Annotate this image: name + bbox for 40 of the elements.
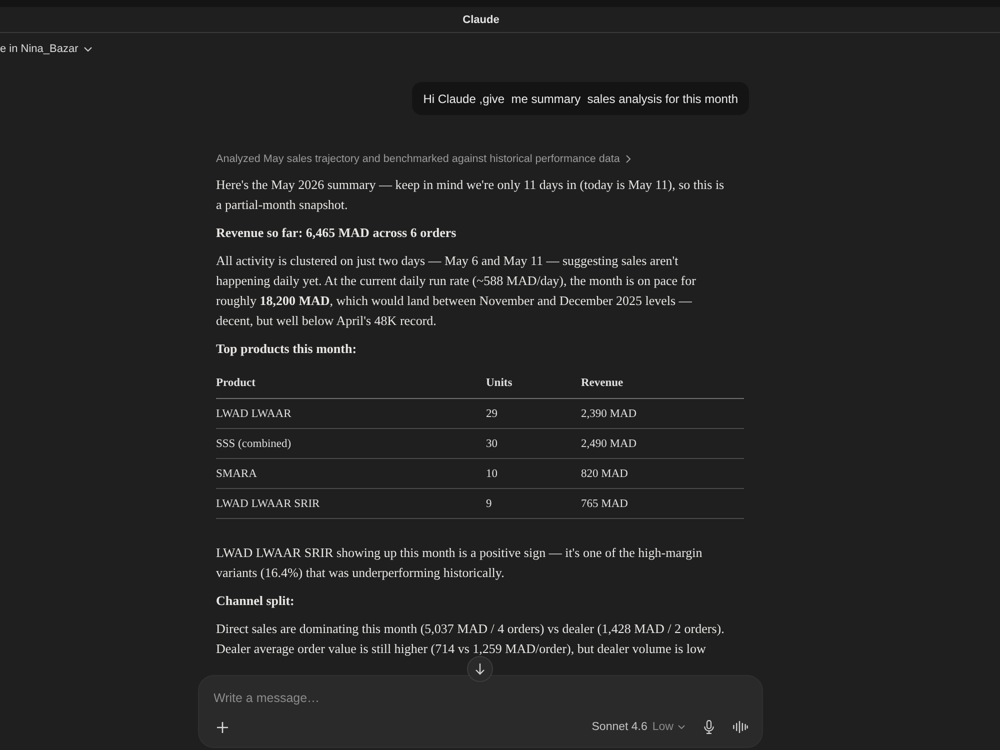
window-title: Claude (462, 14, 500, 26)
response-paragraph: Direct sales are dominating this month (5,037 MAD / 4 orders) vs dealer (1,428 MAD / 2 orders). Dealer average order value is still higher (714 vs 1,259 MAD/order), but dealer volume is low (216, 620, 726, 658)
waveform-icon (732, 721, 748, 733)
user-message: Hi Claude ,give me summary sales analysis for this month (412, 82, 749, 115)
response-heading: Top products this month: (216, 340, 358, 358)
table-cell: 29 (486, 398, 581, 428)
table-cell: 9 (486, 488, 581, 518)
microphone-icon (704, 720, 714, 734)
column-header: Units (486, 367, 581, 398)
table-cell: SMARA (216, 458, 486, 488)
project-selector[interactable]: e in Nina_Bazar (0, 42, 92, 56)
arrow-down-icon (475, 663, 485, 675)
response-paragraph: All activity is clustered on just two days — May 6 and May 11 — suggesting sales aren't happening daily yet. At the current daily run rate (~588 MAD/day), the month is on pace for roughly 18,200 MAD, which would land between November and December 2025 levels — decent, but well below April's 48K record. (216, 252, 697, 330)
response-heading: Revenue so far: 6,465 MAD across 6 orders (216, 224, 458, 242)
chevron-right-icon (626, 155, 631, 163)
column-header: Product (216, 367, 486, 398)
thinking-summary-toggle[interactable]: Analyzed May sales trajectory and benchmarked against historical performance data (216, 151, 631, 167)
add-button[interactable] (216, 722, 228, 732)
table-cell: 2,490 MAD (581, 428, 744, 458)
response-paragraph: Here's the May 2026 summary — keep in mind we're only 11 days in (today is May 11), so this is a partial-month snapshot. (216, 176, 726, 214)
message-input[interactable]: Write a message… (214, 688, 748, 708)
column-header: Revenue (581, 367, 744, 398)
voice-mode-button[interactable] (732, 721, 748, 733)
table-cell: LWAD LWAAR (216, 398, 486, 428)
chevron-down-icon (84, 46, 92, 52)
table-cell: 820 MAD (581, 458, 744, 488)
response-paragraph: LWAD LWAAR SRIR showing up this month is a positive sign — it's one of the high-margin variants (16.4%) that was underperforming historically. (216, 544, 704, 582)
table-cell: 10 (486, 458, 581, 488)
table-cell: SSS (combined) (216, 428, 486, 458)
table-cell: 30 (486, 428, 581, 458)
table-cell: 2,390 MAD (581, 398, 744, 428)
chevron-down-icon (678, 725, 684, 729)
scroll-down-button[interactable] (467, 656, 493, 682)
table-cell: 765 MAD (581, 488, 744, 518)
message-composer[interactable]: Write a message… Sonnet 4.6 Low (198, 675, 762, 748)
plus-icon (216, 722, 228, 732)
microphone-button[interactable] (704, 720, 714, 734)
table-cell: LWAD LWAAR SRIR (216, 488, 486, 518)
response-heading: Channel split: (216, 592, 296, 610)
model-selector[interactable]: Sonnet 4.6 Low (592, 721, 684, 733)
